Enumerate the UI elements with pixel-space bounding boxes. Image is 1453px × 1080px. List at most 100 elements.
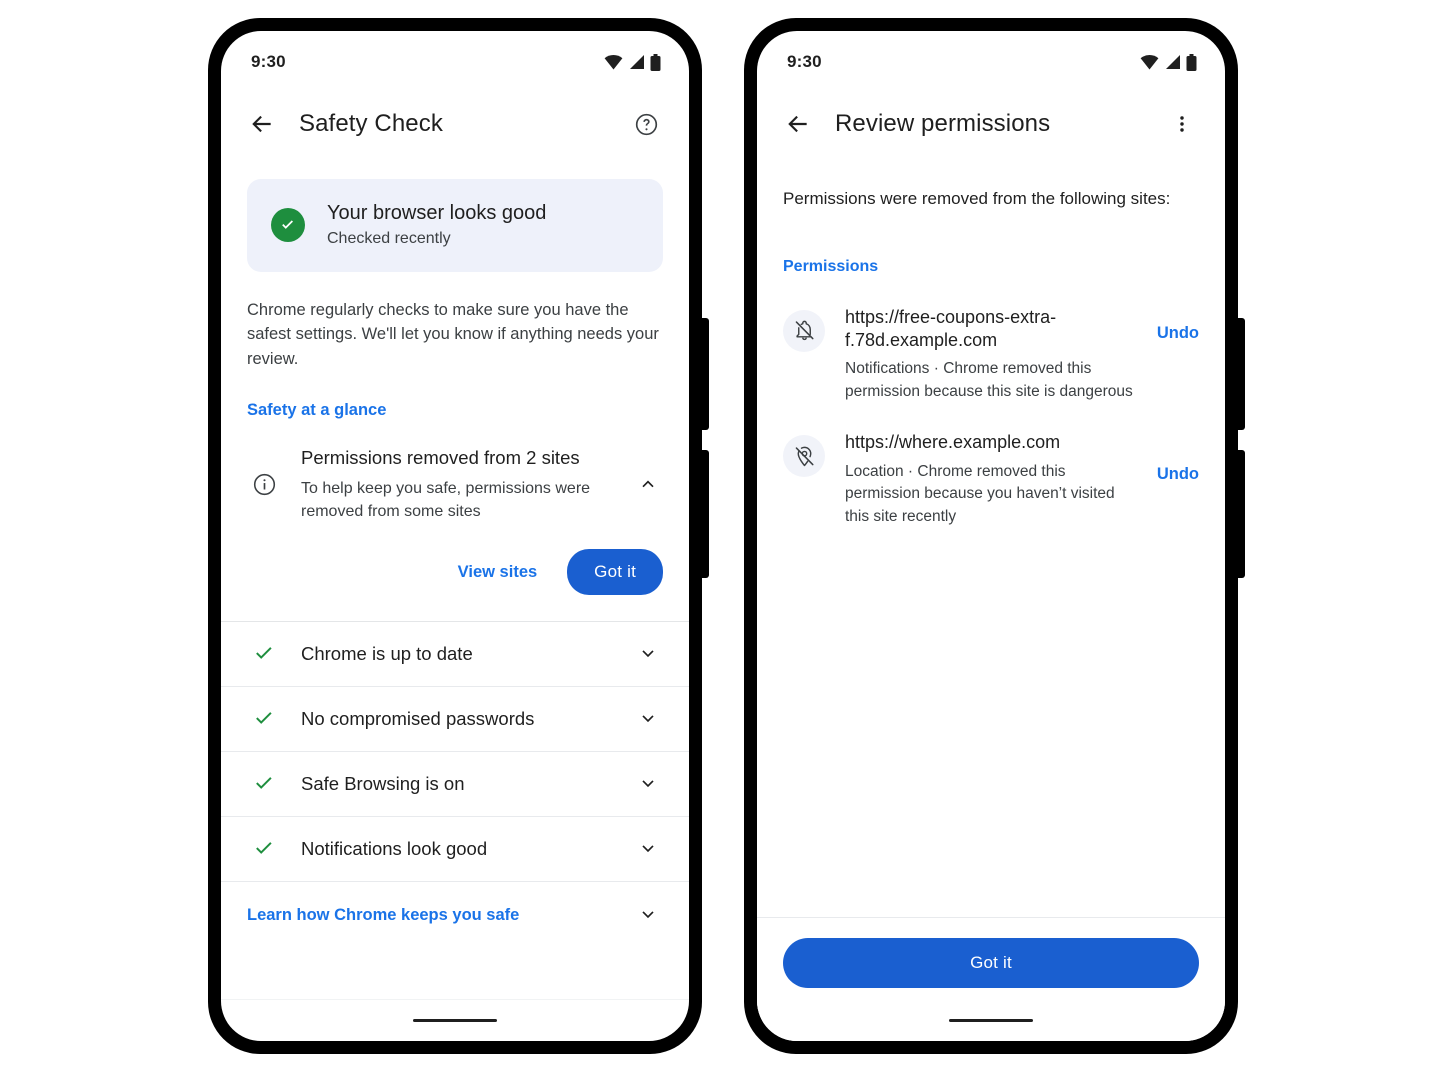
volume-button[interactable] (702, 450, 709, 578)
permissions-removed-item[interactable]: Permissions removed from 2 sites To help… (221, 446, 689, 523)
power-button[interactable] (1238, 318, 1245, 430)
status-bar: 9:30 (221, 31, 689, 93)
check-row-label: Safe Browsing is on (301, 773, 465, 795)
info-circle-icon (247, 446, 281, 497)
chevron-up-icon (642, 480, 654, 488)
check-row-label: No compromised passwords (301, 708, 535, 730)
back-arrow-icon (252, 115, 271, 133)
bottom-action-bar: Got it (757, 917, 1225, 1041)
bell-slash-glyph-icon (795, 320, 814, 341)
phone-mockup-safety-check: 9:30 Safety Check Your browser looks goo… (208, 18, 709, 1054)
check-row-label: Notifications look good (301, 838, 488, 860)
undo-button[interactable]: Undo (1157, 465, 1199, 484)
learn-how-chrome-keeps-you-safe-row[interactable]: Learn how Chrome keeps you safe (221, 882, 689, 948)
check-glyph-icon (256, 842, 272, 855)
status-bar: 9:30 (757, 31, 1225, 93)
permission-site-url: https://where.example.com (845, 432, 1061, 453)
check-glyph-icon (282, 220, 293, 230)
chevron-down-icon (642, 715, 654, 723)
status-bar-time: 9:30 (251, 52, 286, 71)
cellular-signal-icon (1166, 55, 1180, 69)
app-bar: Safety Check (221, 93, 689, 155)
cellular-signal-icon (630, 55, 644, 69)
page-title: Review permissions (835, 110, 1051, 137)
phone-mockup-review-permissions: 9:30 Review permissions Permissions were… (744, 18, 1245, 1054)
navigation-home-area (757, 999, 1225, 1041)
wifi-icon (1140, 55, 1159, 70)
back-arrow-icon (788, 115, 807, 133)
permissions-card-actions: View sites Got it (221, 523, 689, 596)
check-icon (247, 707, 281, 731)
permission-detail: Location · Chrome removed this permissio… (845, 462, 1115, 525)
app-bar: Review permissions (757, 93, 1225, 155)
got-it-button[interactable]: Got it (783, 938, 1199, 988)
check-row-safe-browsing[interactable]: Safe Browsing is on (221, 752, 689, 816)
permission-detail: Notifications · Chrome removed this perm… (845, 360, 1133, 400)
chevron-down-icon (642, 650, 654, 658)
navigation-home-area (221, 999, 689, 1041)
undo-button[interactable]: Undo (1157, 324, 1199, 343)
check-icon (247, 837, 281, 861)
check-icon (247, 772, 281, 796)
status-bar-icons (604, 53, 661, 71)
phone-screen-right: 9:30 Review permissions Permissions were… (757, 31, 1225, 1041)
learn-row-label: Learn how Chrome keeps you safe (247, 905, 520, 924)
safety-at-a-glance-link[interactable]: Safety at a glance (247, 401, 663, 420)
check-glyph-icon (256, 647, 272, 660)
home-indicator[interactable] (413, 1019, 497, 1022)
main-content-right: Permissions were removed from the follow… (757, 187, 1225, 542)
volume-button[interactable] (1238, 450, 1245, 578)
info-glyph-icon (253, 473, 275, 496)
collapse-toggle[interactable] (633, 446, 663, 494)
back-button[interactable] (245, 107, 279, 141)
power-button[interactable] (702, 318, 709, 430)
status-bar-icons (1140, 53, 1197, 71)
check-circle-icon (271, 208, 305, 243)
screenshot-stage: 9:30 Safety Check Your browser looks goo… (0, 0, 1453, 1080)
browser-status-text: Your browser looks good Checked recently (327, 201, 546, 250)
check-icon (247, 642, 281, 666)
check-row-chrome-up-to-date[interactable]: Chrome is up to date (221, 622, 689, 686)
permissions-removed-text: Permissions removed from 2 sites To help… (281, 446, 633, 523)
permission-body: https://free-coupons-extra-f.78d.example… (825, 306, 1157, 404)
home-indicator[interactable] (949, 1018, 1033, 1022)
battery-icon (650, 53, 661, 71)
browser-status-card: Your browser looks good Checked recently (247, 179, 663, 272)
review-permissions-intro: Permissions were removed from the follow… (783, 189, 1171, 208)
check-row-notifications[interactable]: Notifications look good (221, 817, 689, 881)
browser-status-subtitle: Checked recently (327, 230, 451, 247)
chevron-down-icon (642, 911, 654, 919)
chevron-down-icon (642, 845, 654, 853)
permissions-removed-title: Permissions removed from 2 sites (301, 447, 580, 469)
overflow-menu-button[interactable] (1165, 107, 1199, 141)
check-glyph-icon (256, 712, 272, 725)
status-bar-time: 9:30 (787, 52, 822, 71)
got-it-button[interactable]: Got it (567, 549, 663, 596)
chevron-down-icon (642, 780, 654, 788)
permissions-removed-subtitle: To help keep you safe, permissions were … (301, 479, 591, 521)
expand-toggle[interactable] (633, 773, 663, 795)
permission-item-notifications: https://free-coupons-extra-f.78d.example… (757, 292, 1225, 418)
location-off-icon (783, 435, 825, 478)
expand-toggle[interactable] (633, 904, 663, 926)
browser-status-title: Your browser looks good (327, 202, 547, 224)
permissions-section-label: Permissions (783, 257, 879, 275)
check-rows-list: Chrome is up to date No compromised pass… (221, 622, 689, 883)
permission-item-location: https://where.example.com Location · Chr… (757, 417, 1225, 542)
expand-toggle[interactable] (633, 643, 663, 665)
permission-site-url: https://free-coupons-extra-f.78d.example… (845, 306, 1057, 351)
battery-icon (1186, 53, 1197, 71)
expand-toggle[interactable] (633, 708, 663, 730)
check-row-label: Chrome is up to date (301, 643, 473, 665)
check-glyph-icon (256, 777, 272, 790)
wifi-icon (604, 55, 623, 70)
main-content-left: Your browser looks good Checked recently… (221, 179, 689, 948)
phone-screen-left: 9:30 Safety Check Your browser looks goo… (221, 31, 689, 1041)
back-button[interactable] (781, 107, 815, 141)
expand-toggle[interactable] (633, 838, 663, 860)
help-button[interactable] (629, 107, 663, 141)
help-circle-icon (635, 113, 657, 135)
permission-body: https://where.example.com Location · Chr… (825, 431, 1157, 528)
view-sites-button[interactable]: View sites (458, 563, 538, 582)
check-row-no-compromised-passwords[interactable]: No compromised passwords (221, 687, 689, 751)
